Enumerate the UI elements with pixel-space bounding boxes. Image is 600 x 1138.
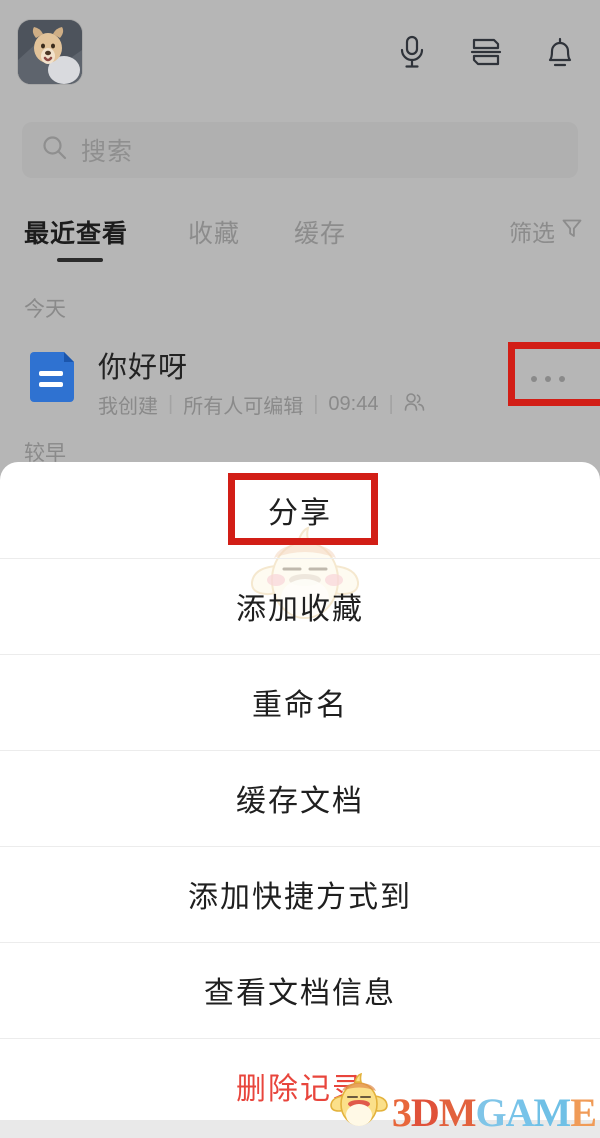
transfer-icon[interactable] [462,28,510,76]
meta-separator-3: | [388,393,394,415]
tab-bar: 最近查看 收藏 缓存 筛选 [0,210,600,276]
menu-item-add-favorite[interactable]: 添加收藏 [0,558,600,654]
menu-item-label: 重命名 [252,689,348,722]
search-placeholder: 搜索 [81,138,134,166]
highlight-box-more-button [508,342,600,406]
meta-permission: 所有人可编辑 [183,396,304,418]
tab-cache[interactable]: 缓存 [294,214,346,250]
menu-item-share[interactable]: 分享 [0,462,600,558]
funnel-icon [562,218,582,245]
section-label-today: 今天 [24,298,66,321]
meta-separator-2: | [313,393,319,415]
tab-favorites[interactable]: 收藏 [188,214,240,250]
doc-icon [30,352,78,402]
bell-icon[interactable] [536,28,584,76]
menu-item-view-document-info[interactable]: 查看文档信息 [0,942,600,1038]
meta-time: 09:44 [328,393,379,415]
microphone-icon[interactable] [388,28,436,76]
menu-item-label: 查看文档信息 [204,977,396,1010]
meta-separator-1: | [168,393,174,415]
bottom-strip [0,1120,600,1138]
menu-item-label: 缓存文档 [236,785,364,818]
filter-label: 筛选 [509,220,555,246]
document-title: 你好呀 [98,352,189,384]
tab-active-indicator [57,258,103,262]
menu-item-label: 分享 [268,497,332,530]
top-bar [0,0,600,104]
search-input[interactable]: 搜索 [22,122,578,178]
menu-item-label: 删除记录 [236,1073,364,1106]
menu-item-cache-document[interactable]: 缓存文档 [0,750,600,846]
avatar[interactable] [18,20,82,84]
menu-item-rename[interactable]: 重命名 [0,654,600,750]
document-meta: 我创建 | 所有人可编辑 | 09:44 | [98,390,425,419]
filter-button[interactable]: 筛选 [509,214,582,248]
menu-item-label: 添加快捷方式到 [188,881,412,914]
menu-item-add-shortcut[interactable]: 添加快捷方式到 [0,846,600,942]
action-sheet: 分享 添加收藏 重命名 缓存文档 添加快捷方式到 查看文档信息 删除记录 [0,462,600,1138]
tab-recent[interactable]: 最近查看 [24,214,128,250]
people-icon [404,392,425,418]
menu-item-label: 添加收藏 [236,593,364,626]
phone-screen: 搜索 最近查看 收藏 缓存 筛选 今天 你好呀 我创建 | 所有人可编辑 | 0… [0,0,600,1138]
meta-owner: 我创建 [98,396,158,418]
search-icon [42,135,67,165]
